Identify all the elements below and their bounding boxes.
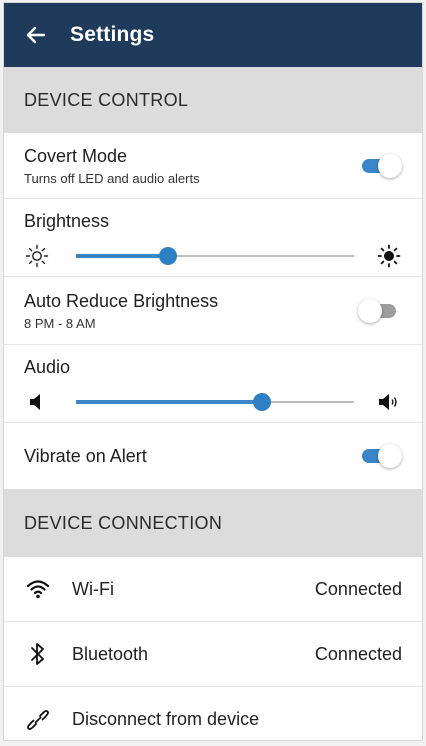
sun-filled-icon <box>376 243 402 269</box>
covert-mode-row[interactable]: Covert Mode Turns off LED and audio aler… <box>4 133 422 199</box>
page-title: Settings <box>70 23 155 46</box>
section-header-device-connection: DEVICE CONNECTION <box>4 489 422 557</box>
covert-mode-title: Covert Mode <box>24 145 128 166</box>
link-broken-icon <box>24 706 52 734</box>
wifi-icon <box>24 575 52 603</box>
bluetooth-label: Bluetooth <box>72 643 149 664</box>
volume-high-icon <box>376 389 402 415</box>
disconnect-row[interactable]: Disconnect from device <box>4 687 422 740</box>
audio-row: Audio <box>4 345 422 423</box>
covert-mode-text: Covert Mode Turns off LED and audio aler… <box>24 146 200 186</box>
bluetooth-status: Connected <box>314 643 402 664</box>
disconnect-label: Disconnect from device <box>72 709 260 729</box>
slider-fill <box>76 400 263 404</box>
vibrate-title: Vibrate on Alert <box>24 445 147 466</box>
wifi-label: Wi-Fi <box>72 578 114 599</box>
brightness-row: Brightness <box>4 199 422 277</box>
covert-mode-switch[interactable] <box>360 153 402 179</box>
app-bar: Settings <box>4 3 422 67</box>
auto-reduce-subtitle: 8 PM - 8 AM <box>24 315 96 331</box>
vibrate-on-alert-row[interactable]: Vibrate on Alert <box>4 423 422 489</box>
wifi-row[interactable]: Wi-Fi Connected <box>4 557 422 622</box>
sun-outline-icon <box>24 243 50 269</box>
bluetooth-row[interactable]: Bluetooth Connected <box>4 622 422 687</box>
brightness-title: Brightness <box>24 211 110 231</box>
auto-reduce-text: Auto Reduce Brightness 8 PM - 8 AM <box>24 291 218 331</box>
slider-knob[interactable] <box>158 247 177 265</box>
audio-slider[interactable] <box>76 388 354 416</box>
slider-knob[interactable] <box>253 393 272 411</box>
switch-thumb <box>358 298 382 323</box>
covert-mode-subtitle: Turns off LED and audio alerts <box>24 170 200 186</box>
auto-reduce-switch[interactable] <box>358 298 402 324</box>
brightness-control <box>24 242 402 270</box>
settings-screen: Settings DEVICE CONTROL Covert Mode Turn… <box>4 3 422 740</box>
vibrate-switch[interactable] <box>360 443 402 469</box>
bluetooth-icon <box>24 640 52 668</box>
switch-thumb <box>378 444 402 468</box>
audio-title: Audio <box>24 357 71 377</box>
switch-thumb <box>378 153 402 178</box>
brightness-slider[interactable] <box>76 242 354 270</box>
volume-low-icon <box>24 389 50 415</box>
auto-reduce-title: Auto Reduce Brightness <box>24 290 219 311</box>
slider-fill <box>76 254 168 258</box>
arrow-left-icon[interactable] <box>24 23 48 47</box>
audio-control <box>24 388 402 416</box>
wifi-status: Connected <box>314 578 402 599</box>
section-header-device-control: DEVICE CONTROL <box>4 67 422 133</box>
auto-reduce-brightness-row[interactable]: Auto Reduce Brightness 8 PM - 8 AM <box>4 277 422 345</box>
